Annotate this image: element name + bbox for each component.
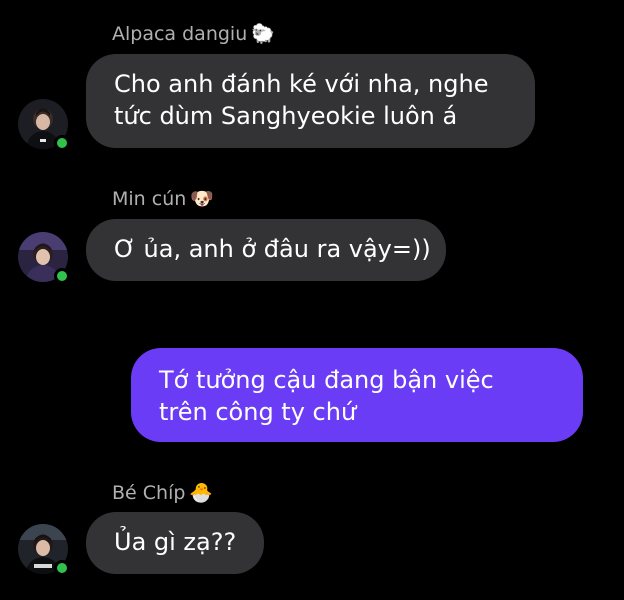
message-text-line: Tớ tưởng cậu đang bận việc [159,366,494,394]
sender-name-text: Bé Chíp [112,482,186,504]
online-status-indicator [54,268,70,284]
sender-name-text: Alpaca dangiu [112,23,248,45]
dog-emoji-icon: 🐶 [190,188,214,210]
sender-name: Alpaca dangiu 🐑 [112,22,275,46]
online-status-indicator [54,560,70,576]
message-text-line: Ủa gì zạ?? [114,528,237,556]
sheep-emoji-icon: 🐑 [251,23,275,45]
message-bubble-outgoing[interactable]: Tớ tưởng cậu đang bận việc trên công ty … [131,348,583,442]
message-text-line: Ơ ủa, anh ở đâu ra vậy=)) [114,235,431,263]
message-text-line: trên công ty chứ [159,398,357,426]
hatching-chick-emoji-icon: 🐣 [189,482,214,504]
message-bubble-incoming[interactable]: Ủa gì zạ?? [86,512,264,574]
message-bubble-incoming[interactable]: Cho anh đánh ké với nha, nghe tức dùm Sa… [86,54,535,148]
online-status-indicator [54,135,70,151]
message-bubble-incoming[interactable]: Ơ ủa, anh ở đâu ra vậy=)) [86,219,446,281]
message-text-line: Cho anh đánh ké với nha, nghe [114,70,489,98]
sender-name-text: Min cún [112,188,187,210]
message-text-line: tức dùm Sanghyeokie luôn á [114,102,458,130]
avatar[interactable] [18,99,70,151]
chat-thread: Alpaca dangiu 🐑 Cho anh đánh ké với nha, … [0,0,624,600]
sender-name: Bé Chíp 🐣 [112,481,213,505]
avatar[interactable] [18,232,70,284]
sender-name: Min cún 🐶 [112,187,214,211]
avatar[interactable] [18,524,70,576]
